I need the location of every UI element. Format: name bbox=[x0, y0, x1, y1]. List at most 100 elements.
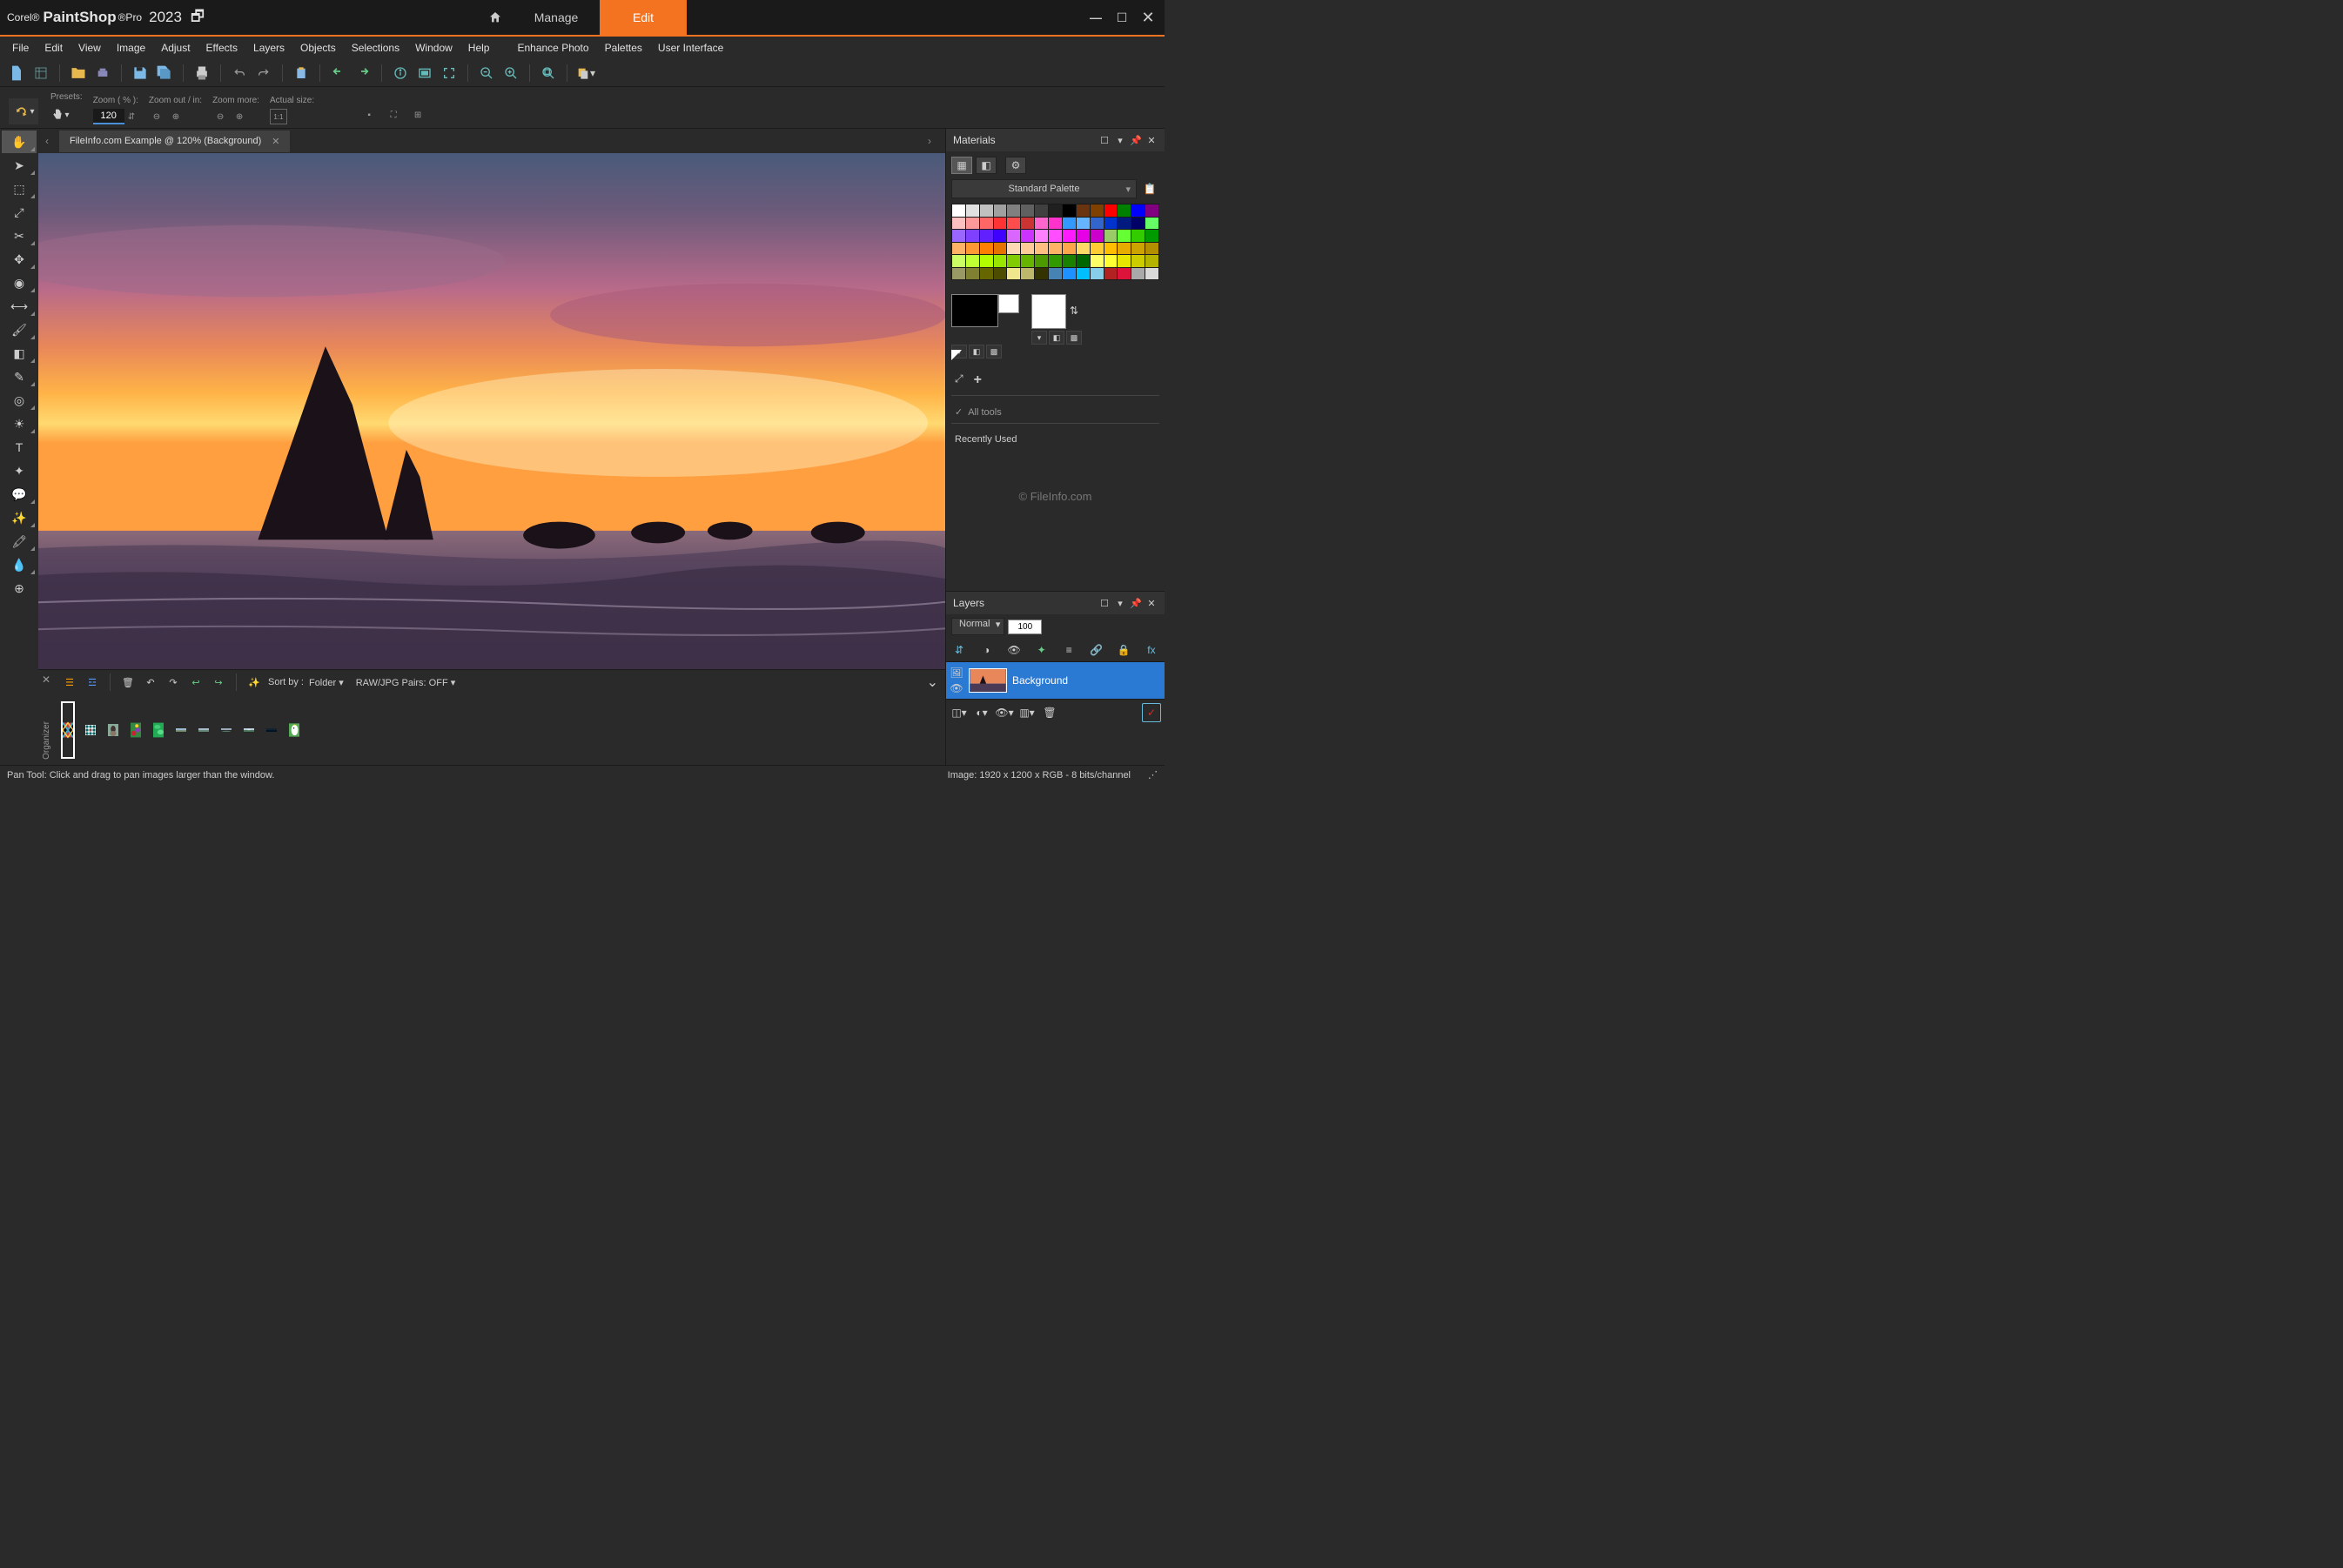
color-swatch[interactable] bbox=[1077, 230, 1090, 242]
color-swatch[interactable] bbox=[1049, 268, 1062, 280]
eyedropper-icon[interactable]: ⤢ bbox=[955, 372, 963, 388]
print-button[interactable] bbox=[192, 64, 211, 83]
zoom-out-button[interactable] bbox=[477, 64, 496, 83]
gradient-tool[interactable]: ◧ bbox=[2, 342, 37, 365]
zoom-input[interactable] bbox=[93, 109, 124, 124]
menu-image[interactable]: Image bbox=[110, 38, 152, 57]
minimize-button[interactable]: — bbox=[1086, 8, 1105, 27]
background-swatch-small[interactable] bbox=[998, 294, 1019, 313]
color-swatch[interactable] bbox=[1131, 268, 1145, 280]
maximize-button[interactable]: ☐ bbox=[1112, 8, 1131, 27]
layer-lock-button[interactable]: 🔒 bbox=[1114, 640, 1133, 660]
color-swatch[interactable] bbox=[1035, 243, 1048, 255]
foreground-swatch[interactable] bbox=[951, 294, 998, 327]
smart-brush-tool[interactable]: 🖍 bbox=[2, 530, 37, 553]
color-swatch[interactable] bbox=[1077, 268, 1090, 280]
color-swatch[interactable] bbox=[994, 218, 1007, 230]
view-thumbnails-button[interactable]: ☰ bbox=[61, 673, 78, 691]
layer-effects-button[interactable]: ✦ bbox=[1032, 640, 1051, 660]
color-swatch[interactable] bbox=[994, 230, 1007, 242]
color-swatch[interactable] bbox=[1021, 255, 1034, 267]
layer-link-button[interactable]: 🔗 bbox=[1087, 640, 1106, 660]
text-tool[interactable]: T bbox=[2, 436, 37, 459]
color-swatch[interactable] bbox=[1131, 204, 1145, 217]
thumbnail[interactable] bbox=[219, 711, 233, 749]
color-swatch[interactable] bbox=[994, 204, 1007, 217]
color-swatch[interactable] bbox=[1104, 255, 1118, 267]
color-swatch[interactable] bbox=[966, 243, 979, 255]
color-swatch[interactable] bbox=[1118, 230, 1131, 242]
menu-objects[interactable]: Objects bbox=[293, 38, 343, 57]
edit-tab[interactable]: Edit bbox=[600, 0, 687, 35]
menu-enhance-photo[interactable]: Enhance Photo bbox=[510, 38, 595, 57]
color-swatch[interactable] bbox=[1021, 218, 1034, 230]
color-swatch[interactable] bbox=[1063, 204, 1076, 217]
layer-mask-button[interactable]: ◑ bbox=[977, 640, 997, 660]
zoom-in-step-button[interactable]: ⊕ bbox=[168, 109, 184, 124]
workspace-icon[interactable]: 🗗 bbox=[191, 5, 205, 30]
color-swatch[interactable] bbox=[1145, 255, 1158, 267]
sliders-tab[interactable]: ⚙ bbox=[1005, 157, 1026, 174]
redo-org-button[interactable]: ↪ bbox=[210, 673, 227, 691]
layer-visible-icon[interactable]: 👁 bbox=[950, 681, 963, 695]
add-swatch-icon[interactable]: + bbox=[974, 372, 982, 388]
color-swatch[interactable] bbox=[1035, 218, 1048, 230]
color-swatch[interactable] bbox=[1145, 243, 1158, 255]
layer-visibility-button[interactable]: 👁 bbox=[1004, 640, 1024, 660]
redo-button[interactable] bbox=[254, 64, 273, 83]
fullscreen-button[interactable] bbox=[440, 64, 459, 83]
color-swatch[interactable] bbox=[1091, 268, 1104, 280]
color-swatch[interactable] bbox=[994, 255, 1007, 267]
redeye-tool[interactable]: ◉ bbox=[2, 271, 37, 294]
paint-brush-tool[interactable]: 🖌 bbox=[2, 318, 37, 341]
color-swatch[interactable] bbox=[1007, 204, 1020, 217]
color-swatch[interactable] bbox=[1145, 268, 1158, 280]
blend-mode-dropdown[interactable]: Normal bbox=[951, 618, 1004, 635]
color-swatch[interactable] bbox=[966, 268, 979, 280]
color-swatch[interactable] bbox=[1145, 218, 1158, 230]
color-swatch[interactable] bbox=[966, 218, 979, 230]
arrange-button[interactable]: ⊞ bbox=[410, 107, 426, 123]
speech-tool[interactable]: 💬 bbox=[2, 483, 37, 506]
save-all-button[interactable] bbox=[155, 64, 174, 83]
color-swatch[interactable] bbox=[980, 218, 993, 230]
close-tab-button[interactable]: ✕ bbox=[272, 136, 279, 147]
layers-panel-header[interactable]: Layers ☐ ▾ 📌 ✕ bbox=[946, 592, 1165, 614]
color-swatch[interactable] bbox=[1077, 255, 1090, 267]
bg-style-gradient-button[interactable]: ◧ bbox=[1049, 331, 1064, 345]
swatches-tab[interactable]: ▦ bbox=[951, 157, 972, 174]
sort-by-dropdown[interactable]: Folder ▾ bbox=[309, 677, 344, 688]
color-swatch[interactable] bbox=[966, 230, 979, 242]
close-button[interactable]: ✕ bbox=[1138, 8, 1158, 27]
color-swatch[interactable] bbox=[1145, 230, 1158, 242]
color-swatch[interactable] bbox=[980, 230, 993, 242]
color-swatch[interactable] bbox=[1063, 243, 1076, 255]
swap-colors-icon[interactable]: ⇅ bbox=[1070, 305, 1078, 317]
color-swatch[interactable] bbox=[1021, 268, 1034, 280]
canvas-area[interactable] bbox=[38, 153, 945, 669]
menu-help[interactable]: Help bbox=[461, 38, 497, 57]
redo-history-button[interactable] bbox=[353, 64, 373, 83]
thumbnail[interactable] bbox=[84, 701, 97, 759]
manage-tab[interactable]: Manage bbox=[513, 0, 600, 35]
menu-user-interface[interactable]: User Interface bbox=[651, 38, 730, 57]
shape-tool[interactable]: ✦ bbox=[2, 459, 37, 482]
panel-menu-button[interactable]: ▾ bbox=[1114, 134, 1126, 146]
save-button[interactable] bbox=[131, 64, 150, 83]
thumbnail-strip[interactable] bbox=[54, 694, 945, 765]
new-template-button[interactable] bbox=[31, 64, 50, 83]
color-swatch[interactable] bbox=[952, 243, 965, 255]
style-pattern-button[interactable]: ▩ bbox=[986, 345, 1002, 358]
menu-adjust[interactable]: Adjust bbox=[154, 38, 197, 57]
color-swatch[interactable] bbox=[994, 268, 1007, 280]
zoom-in-more-button[interactable]: ⊕ bbox=[232, 109, 247, 124]
move-tool[interactable]: ✥ bbox=[2, 248, 37, 271]
color-swatch[interactable] bbox=[1049, 218, 1062, 230]
opacity-input[interactable]: 100 bbox=[1008, 620, 1042, 634]
color-swatch[interactable] bbox=[1091, 243, 1104, 255]
color-swatch[interactable] bbox=[1049, 243, 1062, 255]
color-swatch[interactable] bbox=[1007, 268, 1020, 280]
color-swatch[interactable] bbox=[1145, 204, 1158, 217]
rotate-right-button[interactable]: ↷ bbox=[164, 673, 182, 691]
status-resize-grip[interactable]: ⋰ bbox=[1148, 769, 1158, 781]
